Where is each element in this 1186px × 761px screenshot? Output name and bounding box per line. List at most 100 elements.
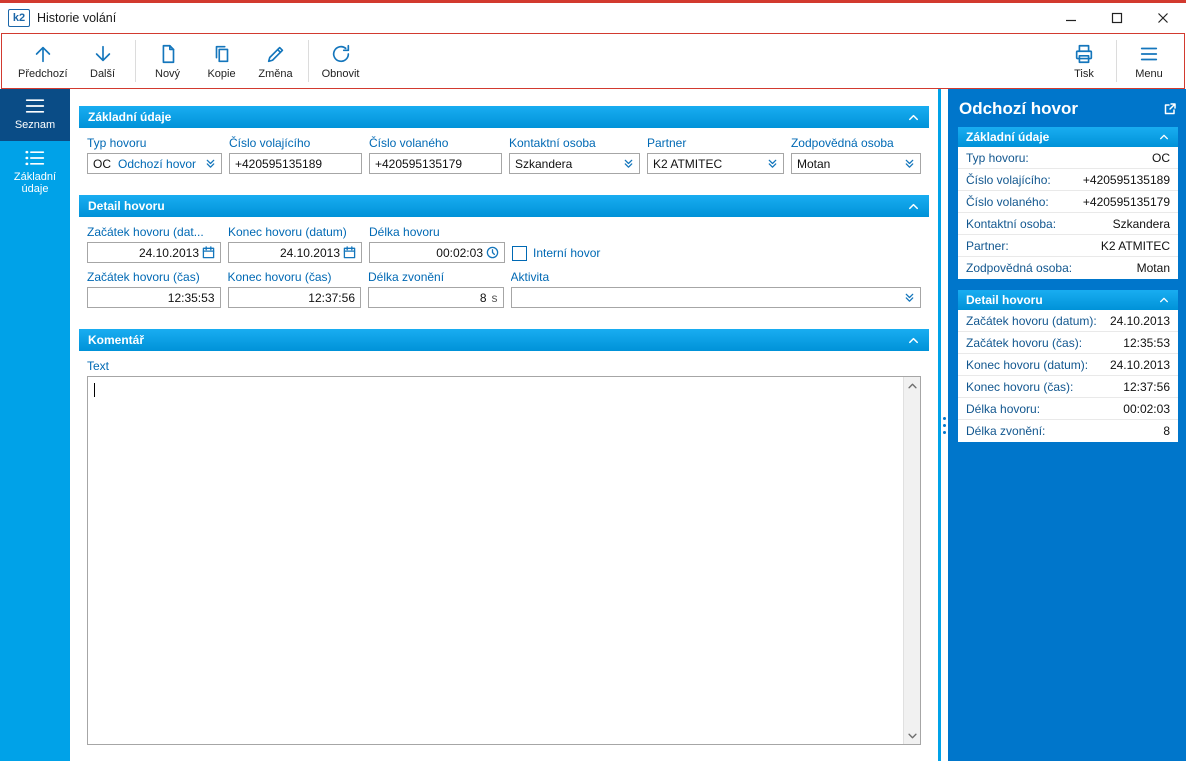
- contact-person-value: Szkandera: [515, 157, 620, 171]
- panel-section-header-detail-hovoru[interactable]: Detail hovoru: [958, 290, 1178, 310]
- vertical-scrollbar[interactable]: [903, 377, 920, 744]
- row-value: 12:35:53: [1123, 336, 1170, 350]
- end-date-value: 24.10.2013: [234, 246, 340, 260]
- section-header-detail-hovoru[interactable]: Detail hovoru: [79, 195, 929, 217]
- sidebar-item-label: Základní údaje: [2, 171, 68, 196]
- dropdown-chevron-icon[interactable]: [767, 158, 778, 169]
- field-label: Aktivita: [511, 270, 921, 284]
- start-date-input[interactable]: 24.10.2013: [87, 242, 221, 263]
- maximize-button[interactable]: [1094, 3, 1140, 33]
- responsible-person-combo[interactable]: Motan: [791, 153, 921, 174]
- contact-person-field: Kontaktní osoba Szkandera: [509, 136, 640, 174]
- section-title: Základní údaje: [88, 110, 171, 124]
- chevron-up-icon[interactable]: [907, 202, 920, 211]
- section-header-komentar[interactable]: Komentář: [79, 329, 929, 351]
- copy-icon: [211, 43, 233, 65]
- clock-icon[interactable]: [486, 246, 499, 259]
- toolbar-separator: [308, 40, 309, 82]
- end-date-field: Konec hovoru (datum) 24.10.2013: [228, 225, 362, 263]
- copy-button-label: Kopie: [207, 68, 235, 80]
- row-label: Konec hovoru (čas):: [966, 380, 1073, 394]
- duration-input[interactable]: 00:02:03: [369, 242, 505, 263]
- new-button-label: Nový: [155, 68, 180, 80]
- dropdown-chevron-icon[interactable]: [904, 292, 915, 303]
- dropdown-chevron-icon[interactable]: [205, 158, 216, 169]
- minimize-icon: [1065, 12, 1077, 24]
- refresh-button-label: Obnovit: [322, 68, 360, 80]
- new-button[interactable]: Nový: [141, 36, 195, 86]
- row-label: Číslo volajícího:: [966, 173, 1051, 187]
- toolbar-separator: [1116, 40, 1117, 82]
- dropdown-chevron-icon[interactable]: [623, 158, 634, 169]
- scroll-up-button[interactable]: [904, 377, 920, 394]
- previous-button-label: Předchozí: [18, 68, 68, 80]
- call-type-combo[interactable]: OC Odchozí hovor: [87, 153, 222, 174]
- end-time-input[interactable]: 12:37:56: [228, 287, 362, 308]
- start-time-input[interactable]: 12:35:53: [87, 287, 221, 308]
- section-gap: [79, 314, 929, 329]
- ring-duration-input[interactable]: 8 s: [368, 287, 504, 308]
- print-button[interactable]: Tisk: [1057, 36, 1111, 86]
- detail-fields: Začátek hovoru (dat... 24.10.2013 Konec …: [79, 217, 929, 314]
- ring-duration-field: Délka zvonění 8 s: [368, 270, 504, 308]
- section-title: Detail hovoru: [88, 199, 165, 213]
- panel-row: Začátek hovoru (čas): 12:35:53: [958, 332, 1178, 354]
- copy-button[interactable]: Kopie: [195, 36, 249, 86]
- start-time-field: Začátek hovoru (čas) 12:35:53: [87, 270, 221, 308]
- activity-combo[interactable]: [511, 287, 921, 308]
- call-type-code: OC: [93, 157, 111, 171]
- chevron-up-icon[interactable]: [1158, 296, 1170, 304]
- field-label: Číslo volaného: [369, 136, 502, 150]
- arrow-up-icon: [32, 43, 54, 65]
- activity-field: Aktivita: [511, 270, 921, 308]
- sidebar-item-seznam[interactable]: Seznam: [0, 89, 70, 141]
- field-label: Konec hovoru (čas): [228, 270, 362, 284]
- pencil-icon: [265, 43, 287, 65]
- field-label: Konec hovoru (datum): [228, 225, 362, 239]
- ring-duration-unit: s: [492, 291, 498, 305]
- external-link-icon[interactable]: [1163, 102, 1177, 116]
- row-value: 24.10.2013: [1110, 358, 1170, 372]
- internal-call-checkbox[interactable]: [512, 246, 527, 261]
- panel-splitter[interactable]: [938, 89, 950, 761]
- field-label: Začátek hovoru (čas): [87, 270, 221, 284]
- caller-number-input[interactable]: +420595135189: [229, 153, 362, 174]
- basic-fields: Typ hovoru OC Odchozí hovor Číslo volají…: [79, 128, 929, 180]
- called-number-input[interactable]: +420595135179: [369, 153, 502, 174]
- comment-textarea[interactable]: [87, 376, 921, 745]
- chevron-up-icon[interactable]: [1158, 133, 1170, 141]
- panel-section-header-zakladni-udaje[interactable]: Základní údaje: [958, 127, 1178, 147]
- scroll-down-button[interactable]: [904, 727, 920, 744]
- calendar-icon[interactable]: [343, 246, 356, 259]
- end-date-input[interactable]: 24.10.2013: [228, 242, 362, 263]
- row-label: Partner:: [966, 239, 1009, 253]
- chevron-up-icon[interactable]: [907, 113, 920, 122]
- refresh-button[interactable]: Obnovit: [314, 36, 368, 86]
- section-header-zakladni-udaje[interactable]: Základní údaje: [79, 106, 929, 128]
- change-button[interactable]: Změna: [249, 36, 303, 86]
- minimize-button[interactable]: [1048, 3, 1094, 33]
- row-value: Szkandera: [1113, 217, 1170, 231]
- calendar-icon[interactable]: [202, 246, 215, 259]
- chevron-up-icon[interactable]: [907, 336, 920, 345]
- responsible-person-field: Zodpovědná osoba Motan: [791, 136, 921, 174]
- right-preview-panel: Odchozí hovor Základní údaje Typ hovoru:…: [950, 89, 1186, 761]
- contact-person-combo[interactable]: Szkandera: [509, 153, 640, 174]
- splitter-grip-dot: [943, 431, 946, 434]
- previous-button[interactable]: Předchozí: [10, 36, 76, 86]
- toolbar: Předchozí Další Nový Kopie Změna Obnovit…: [1, 33, 1185, 89]
- panel-title-row: Odchozí hovor: [958, 94, 1178, 127]
- row-label: Konec hovoru (datum):: [966, 358, 1088, 372]
- panel-row: Zodpovědná osoba: Motan: [958, 257, 1178, 279]
- new-document-icon: [157, 43, 179, 65]
- close-button[interactable]: [1140, 3, 1186, 33]
- menu-button[interactable]: Menu: [1122, 36, 1176, 86]
- panel-row: Konec hovoru (čas): 12:37:56: [958, 376, 1178, 398]
- panel-row: Konec hovoru (datum): 24.10.2013: [958, 354, 1178, 376]
- sidebar-item-zakladni-udaje[interactable]: Základní údaje: [0, 141, 70, 205]
- main-form: Základní údaje Typ hovoru OC Odchozí hov…: [70, 89, 938, 761]
- dropdown-chevron-icon[interactable]: [904, 158, 915, 169]
- internal-call-field: Interní hovor: [512, 243, 600, 263]
- partner-combo[interactable]: K2 ATMITEC: [647, 153, 784, 174]
- next-button[interactable]: Další: [76, 36, 130, 86]
